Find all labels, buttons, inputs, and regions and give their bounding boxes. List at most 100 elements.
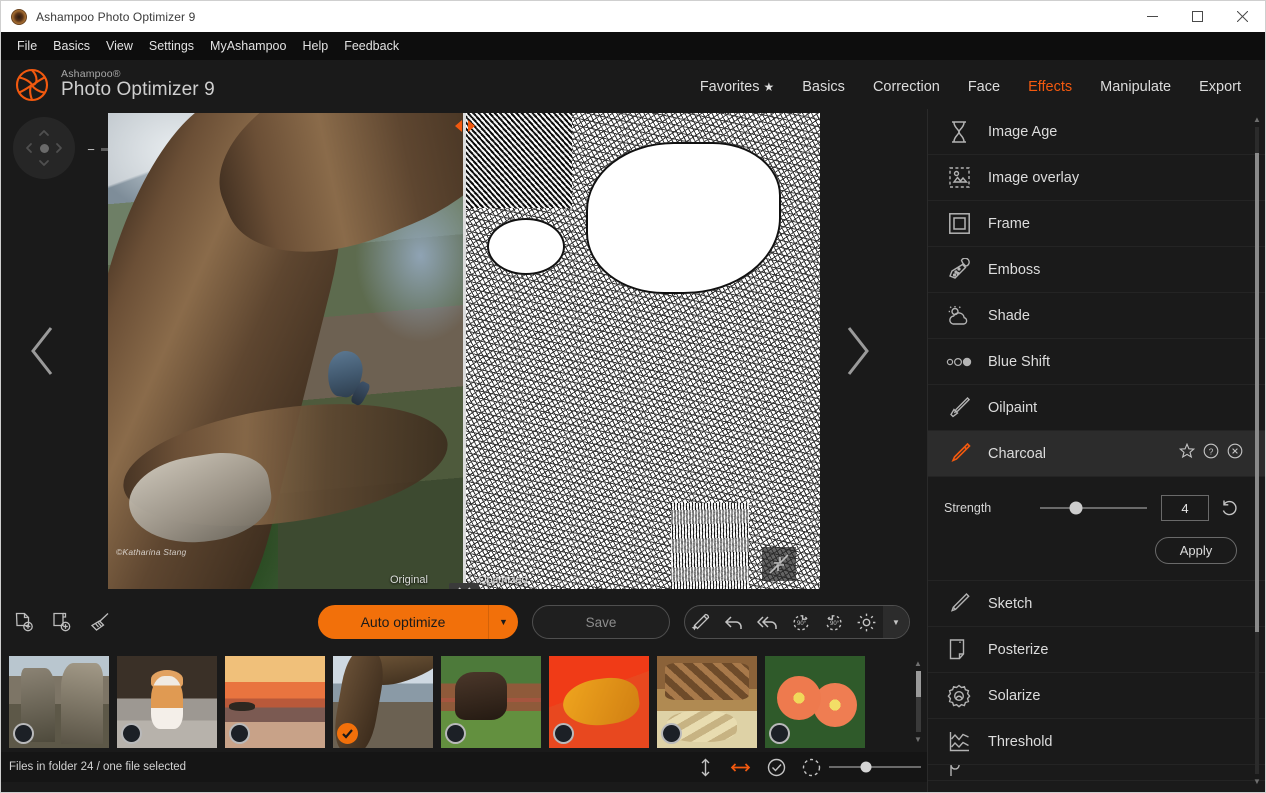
thumbnail-size-knob[interactable] <box>860 762 871 773</box>
thumb-marker[interactable] <box>553 723 574 744</box>
original-photo: ©Katharina Stang <box>108 113 463 589</box>
save-button[interactable]: Save <box>532 605 670 639</box>
effect-label: Image overlay <box>988 170 1079 186</box>
nav-export[interactable]: Export <box>1185 79 1255 109</box>
effects-panel: Image Age Image overlay <box>927 109 1265 792</box>
thumb-temple[interactable] <box>9 656 109 748</box>
nav-manipulate[interactable]: Manipulate <box>1086 79 1185 109</box>
fit-height-icon[interactable] <box>697 758 714 777</box>
brand-text: Ashampoo® Photo Optimizer 9 <box>61 69 215 100</box>
thumb-market-goods[interactable] <box>657 656 757 748</box>
scroll-up-icon[interactable]: ▲ <box>1253 115 1261 124</box>
thumb-horse[interactable] <box>441 656 541 748</box>
close-circle-icon[interactable] <box>1227 443 1243 464</box>
zoom-out-icon[interactable]: − <box>85 142 97 157</box>
undo-icon[interactable] <box>718 606 751 638</box>
thumb-marker[interactable] <box>445 723 466 744</box>
nav-favorites-label: Favorites <box>700 79 760 95</box>
effect-shade[interactable]: Shade <box>928 293 1265 339</box>
strength-value[interactable]: 4 <box>1161 495 1209 521</box>
undo-all-icon[interactable] <box>751 606 784 638</box>
top-navigation: Favorites ★ Basics Correction Face Effec… <box>686 60 1255 109</box>
clear-broom-icon[interactable] <box>87 609 113 635</box>
reset-arrow-icon[interactable] <box>1217 499 1243 517</box>
help-circle-icon[interactable]: ? <box>1203 443 1219 464</box>
menu-help[interactable]: Help <box>294 36 336 56</box>
effect-charcoal[interactable]: Charcoal ? <box>928 431 1265 477</box>
menu-myashampoo[interactable]: MyAshampoo <box>202 36 294 56</box>
charcoal-highlight-a <box>586 142 781 294</box>
effect-partial-next[interactable] <box>928 765 1265 781</box>
star-outline-icon[interactable] <box>1179 443 1195 464</box>
rotate-left-90-icon[interactable]: 90° <box>784 606 817 638</box>
magic-wand-icon[interactable] <box>685 606 718 638</box>
rotate-right-90-icon[interactable]: 90° <box>817 606 850 638</box>
scroll-down-icon[interactable]: ▼ <box>1253 777 1261 786</box>
effect-sketch[interactable]: Sketch <box>928 581 1265 627</box>
strength-track[interactable] <box>1040 507 1147 509</box>
effects-scrollbar[interactable]: ▲ ▼ <box>1251 115 1263 786</box>
compare-split-handle[interactable] <box>455 119 475 133</box>
add-folder-icon[interactable] <box>49 609 75 635</box>
filmstrip-scrollbar[interactable]: ▲ ▼ <box>912 659 924 744</box>
auto-optimize-caret-icon[interactable]: ▼ <box>488 605 518 639</box>
maximize-icon[interactable] <box>1175 1 1220 32</box>
previous-image-button[interactable] <box>13 109 73 593</box>
image-preview[interactable]: ©Katharina Stang <box>108 113 820 589</box>
next-image-button[interactable] <box>827 109 887 593</box>
add-file-icon[interactable] <box>11 609 37 635</box>
status-bar: Files in folder 24 / one file selected <box>1 752 927 782</box>
fit-width-icon[interactable] <box>730 759 751 776</box>
effect-image-overlay[interactable]: Image overlay <box>928 155 1265 201</box>
compare-split-line[interactable] <box>463 113 466 589</box>
thumb-sunset-boat[interactable] <box>225 656 325 748</box>
nav-effects[interactable]: Effects <box>1014 79 1086 109</box>
menu-feedback[interactable]: Feedback <box>336 36 407 56</box>
thumbnail-size-track[interactable] <box>829 766 921 768</box>
effect-solarize[interactable]: Solarize <box>928 673 1265 719</box>
effect-emboss[interactable]: Emboss <box>928 247 1265 293</box>
effect-blue-shift[interactable]: Blue Shift <box>928 339 1265 385</box>
apply-button[interactable]: Apply <box>1155 537 1237 564</box>
minimize-icon[interactable] <box>1130 1 1175 32</box>
menu-basics[interactable]: Basics <box>45 36 98 56</box>
thumb-marker[interactable] <box>121 723 142 744</box>
effect-image-age[interactable]: Image Age <box>928 109 1265 155</box>
effects-scroll-track[interactable] <box>1255 127 1259 774</box>
settings-gear-icon[interactable] <box>850 606 883 638</box>
scroll-down-icon[interactable]: ▼ <box>914 735 922 744</box>
effect-threshold[interactable]: Threshold <box>928 719 1265 765</box>
edit-tools-caret-icon[interactable]: ▼ <box>883 606 909 638</box>
thumb-cat[interactable] <box>117 656 217 748</box>
menu-view[interactable]: View <box>98 36 141 56</box>
auto-optimize-button[interactable]: Auto optimize <box>318 605 488 639</box>
thumb-marker[interactable] <box>661 723 682 744</box>
scroll-up-icon[interactable]: ▲ <box>914 659 922 668</box>
collapse-preview-button[interactable] <box>449 583 479 589</box>
posterize-icon <box>944 638 974 661</box>
thumb-marker[interactable] <box>13 723 34 744</box>
strength-slider[interactable] <box>1040 499 1147 517</box>
effect-posterize[interactable]: Posterize <box>928 627 1265 673</box>
nav-correction[interactable]: Correction <box>859 79 954 109</box>
select-none-icon[interactable] <box>802 758 821 777</box>
strength-knob[interactable] <box>1070 502 1083 515</box>
filmstrip-scroll-track[interactable] <box>916 671 921 732</box>
thumb-marker-selected[interactable] <box>337 723 358 744</box>
nav-favorites[interactable]: Favorites ★ <box>686 79 788 109</box>
thumb-butterfly[interactable] <box>549 656 649 748</box>
effect-frame[interactable]: Frame <box>928 201 1265 247</box>
thumbnail-size-slider[interactable] <box>829 760 921 774</box>
nav-face[interactable]: Face <box>954 79 1014 109</box>
menu-settings[interactable]: Settings <box>141 36 202 56</box>
close-icon[interactable] <box>1220 1 1265 32</box>
nav-basics[interactable]: Basics <box>788 79 859 109</box>
select-all-icon[interactable] <box>767 758 786 777</box>
thumb-flowers[interactable] <box>765 656 865 748</box>
collapse-arrows-icon[interactable] <box>762 547 796 581</box>
thumb-tree-bird[interactable] <box>333 656 433 748</box>
menu-file[interactable]: File <box>9 36 45 56</box>
effect-oilpaint[interactable]: Oilpaint <box>928 385 1265 431</box>
thumb-marker[interactable] <box>229 723 250 744</box>
thumb-marker[interactable] <box>769 723 790 744</box>
